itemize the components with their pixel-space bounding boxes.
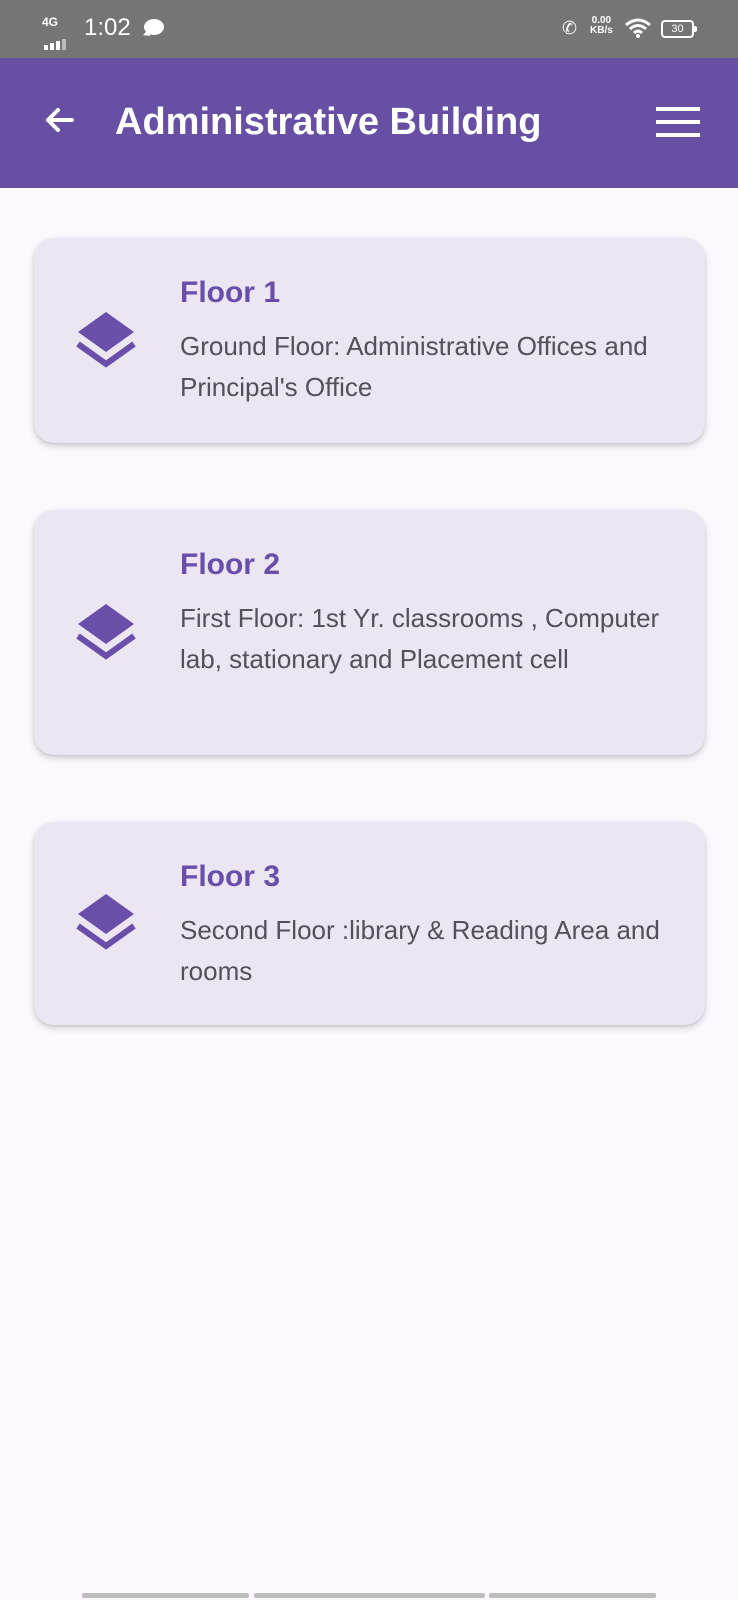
menu-button[interactable]	[652, 100, 704, 144]
floor-description: Ground Floor: Administrative Offices and…	[180, 331, 648, 402]
floor-card-3[interactable]: Floor 3 Second Floor :library & Reading …	[34, 822, 705, 1025]
network-type: 4G	[42, 15, 59, 29]
floor-title: Floor 3	[180, 860, 281, 893]
nav-handle-right	[489, 1593, 656, 1598]
wifi-calling-icon: ✆	[562, 18, 578, 38]
nav-handle-center	[254, 1593, 485, 1598]
floor-card-2[interactable]: Floor 2 First Floor: 1st Yr. classrooms …	[34, 510, 705, 755]
network-speed: 0.00 KB/s	[590, 16, 613, 36]
battery-level: 30	[671, 23, 684, 35]
floor-description: Second Floor :library & Reading Area and…	[180, 915, 660, 986]
app-bar: Administrative Building	[0, 58, 738, 188]
network-speed-unit: KB/s	[590, 25, 613, 36]
floor-description: First Floor: 1st Yr. classrooms , Comput…	[180, 603, 660, 674]
menu-icon	[656, 107, 700, 137]
nav-handle-left	[82, 1593, 249, 1598]
floor-card-1[interactable]: Floor 1 Ground Floor: Administrative Off…	[34, 238, 705, 443]
battery-icon: 30	[661, 20, 697, 38]
message-icon	[144, 19, 164, 35]
signal-icon: 4G	[40, 15, 74, 50]
back-button[interactable]	[34, 98, 82, 146]
floor-title: Floor 1	[180, 276, 281, 309]
status-bar: 4G 1:02 ✆ 0.00 KB/s 30	[0, 0, 738, 58]
page-title: Administrative Building	[115, 101, 542, 143]
wifi-icon	[625, 18, 651, 38]
arrow-left-icon	[46, 108, 74, 132]
floor-title: Floor 2	[180, 548, 281, 581]
layers-icon	[76, 894, 136, 950]
layers-icon	[76, 604, 136, 660]
layers-icon	[76, 312, 136, 368]
status-time: 1:02	[84, 14, 131, 41]
